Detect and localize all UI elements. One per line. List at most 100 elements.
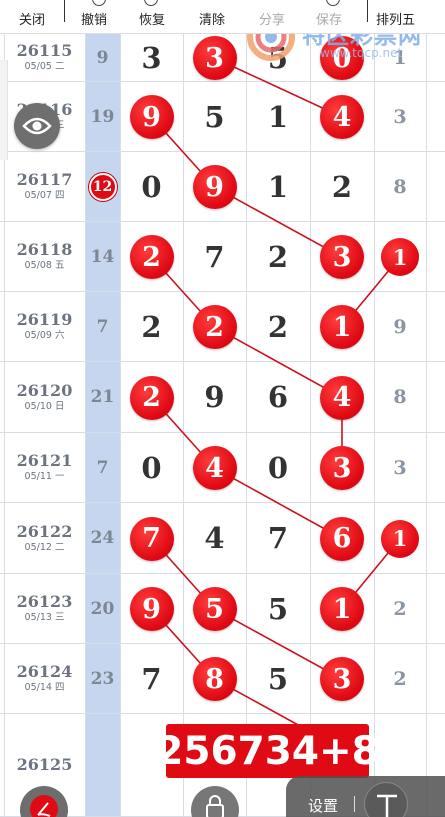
digit-cell[interactable]: 5 (183, 82, 246, 151)
issue-number: 26122 (16, 521, 73, 541)
issue-number: 26120 (16, 380, 73, 400)
digit-cell[interactable] (310, 433, 374, 502)
grid-line (310, 0, 311, 817)
issue-date: 05/08 五 (24, 260, 65, 271)
undo-button[interactable]: 撤销 (81, 9, 107, 28)
digit-cell[interactable] (310, 362, 374, 432)
table-row: 26119 05/09 六7229 (0, 292, 445, 362)
grid-line (120, 0, 121, 817)
digit-cell[interactable]: 5 (246, 644, 310, 713)
digit-cell[interactable]: 5 (246, 34, 310, 81)
settings-bar: 设置 (286, 776, 445, 817)
digit-cell[interactable] (310, 222, 374, 291)
last-digit-cell[interactable]: 3 (374, 82, 426, 151)
digit-cell[interactable]: 6 (246, 362, 310, 432)
digit-cell[interactable] (120, 222, 183, 291)
last-digit-cell[interactable]: 9 (374, 292, 426, 361)
digit-cell[interactable]: 2 (310, 152, 374, 221)
issue-date: 05/14 四 (24, 682, 65, 693)
last-digit-cell[interactable]: 8 (374, 362, 426, 432)
sum-cell: 14 (85, 222, 120, 291)
digit-cell[interactable]: 2 (246, 292, 310, 361)
issue-date: 05/11 一 (24, 471, 65, 482)
digit-cell[interactable]: 7 (120, 644, 183, 713)
digit-cell[interactable] (183, 433, 246, 502)
digit-cell[interactable]: 4 (183, 503, 246, 573)
grid-line (246, 0, 247, 817)
table-row: 26115 05/05 二9351 (0, 34, 445, 82)
digit-cell[interactable] (120, 574, 183, 643)
digit-cell[interactable] (310, 292, 374, 361)
digit-cell[interactable] (310, 82, 374, 151)
last-digit-cell[interactable]: 2 (374, 574, 426, 643)
digit-cell[interactable]: 1 (246, 152, 310, 221)
issue-number: 26115 (16, 41, 73, 60)
predicted-result-banner: 256734+8 (156, 724, 379, 778)
issue-date: 05/13 三 (24, 612, 65, 623)
grid-line (426, 0, 427, 817)
settings-button[interactable]: 设置 (308, 795, 338, 816)
sum-cell: 7 (85, 292, 120, 361)
lottery-type-button[interactable]: 排列五 (376, 9, 415, 28)
clear-button[interactable]: 清除 (199, 9, 225, 28)
issue-date: 05/05 二 (24, 61, 65, 72)
sum-cell: 21 (85, 362, 120, 432)
digit-cell[interactable] (120, 503, 183, 573)
digit-cell[interactable] (183, 574, 246, 643)
eye-toggle-button[interactable] (14, 103, 60, 149)
digit-cell[interactable]: 9 (183, 362, 246, 432)
grid-line (85, 0, 86, 817)
sum-cell: 23 (85, 644, 120, 713)
digit-cell[interactable]: 0 (246, 433, 310, 502)
grid-line (183, 0, 184, 817)
close-button[interactable]: 关闭 (19, 9, 45, 28)
digit-cell[interactable] (310, 574, 374, 643)
last-digit-cell[interactable]: 2 (374, 644, 426, 713)
eye-icon (22, 117, 52, 135)
issue-number: 26118 (16, 240, 73, 259)
digit-cell[interactable]: 3 (120, 34, 183, 81)
digit-cell[interactable]: 7 (183, 222, 246, 291)
digit-cell[interactable] (183, 292, 246, 361)
issue-cell: 26115 05/05 二 (4, 34, 85, 81)
last-digit-cell[interactable]: 1 (374, 34, 426, 81)
side-drawer-handle[interactable] (0, 60, 8, 160)
issue-date: 05/07 四 (24, 190, 65, 201)
issue-cell: 26121 05/11 一 (4, 433, 85, 502)
digit-cell[interactable]: 7 (246, 503, 310, 573)
redo-button[interactable]: 恢复 (139, 9, 165, 28)
lock-icon (206, 795, 224, 817)
digit-cell[interactable] (310, 503, 374, 573)
digit-cell[interactable] (310, 34, 374, 81)
sum-ball: 12 (88, 172, 117, 201)
table-row: 2611605/06 三19513 (0, 82, 445, 152)
digit-cell[interactable] (120, 362, 183, 432)
digit-cell[interactable] (183, 34, 246, 81)
table-row: 26117 05/07 四 12 0 1 2 8 (0, 152, 445, 222)
digit-cell[interactable] (310, 644, 374, 713)
digit-cell[interactable]: 0 (120, 433, 183, 502)
last-digit-cell[interactable] (374, 503, 426, 573)
save-button[interactable]: 保存 (316, 9, 342, 28)
text-tool-button[interactable] (364, 782, 408, 817)
settings-separator (354, 796, 355, 812)
table-row: 26122 05/12 二 24 4 7 (0, 503, 445, 574)
last-digit-cell[interactable]: 3 (374, 433, 426, 502)
digit-cell[interactable]: 5 (246, 574, 310, 643)
digit-cell[interactable] (183, 644, 246, 713)
share-button[interactable]: 分享 (259, 9, 285, 28)
digit-cell[interactable]: 1 (246, 82, 310, 151)
digit-cell[interactable]: 0 (120, 152, 183, 221)
issue-date: 05/10 日 (24, 400, 65, 412)
digit-cell[interactable] (183, 152, 246, 221)
text-tool-icon (377, 794, 397, 817)
last-digit-cell[interactable]: 8 (374, 152, 426, 221)
digit-cell[interactable]: 2 (120, 292, 183, 361)
sum-cell (85, 714, 120, 816)
sum-cell: 20 (85, 574, 120, 643)
digit-cell[interactable]: 2 (246, 222, 310, 291)
issue-cell: 26117 05/07 四 (4, 152, 85, 221)
last-digit-cell[interactable] (374, 222, 426, 291)
digit-cell[interactable] (120, 82, 183, 151)
toolbar-separator (367, 0, 368, 22)
